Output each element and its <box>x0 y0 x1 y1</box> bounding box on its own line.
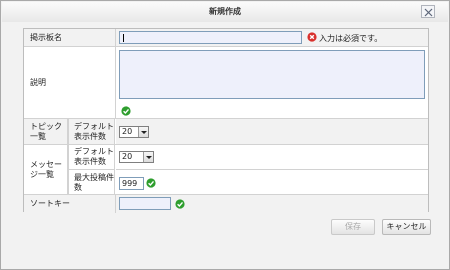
chevron-down-icon <box>138 127 148 137</box>
topic-list-label: トピック一覧 <box>24 119 68 144</box>
topic-default-count-select[interactable]: 20 <box>119 126 149 138</box>
dialog-titlebar: 新規作成 <box>2 2 448 22</box>
required-error-text: 入力は必須です。 <box>319 34 383 43</box>
message-max-posts-label: 最大投稿件数 <box>68 170 115 195</box>
description-label: 説明 <box>24 47 116 118</box>
error-x-icon <box>307 32 317 42</box>
board-name-row: 掲示板名 入力は必須です。 <box>24 29 428 47</box>
save-button[interactable]: 保存 <box>331 219 375 235</box>
message-list-label: メッセージ一覧 <box>24 145 68 194</box>
check-icon <box>146 178 156 188</box>
description-row: 説明 <box>24 47 428 119</box>
topic-default-count-label: デフォルト表示件数 <box>68 119 115 144</box>
close-button[interactable] <box>421 5 435 18</box>
chevron-down-icon <box>143 152 153 162</box>
board-form: 掲示板名 入力は必須です。 説明 トピック一覧 デフォルト表示件数 20 メッセ… <box>23 28 429 213</box>
board-name-label: 掲示板名 <box>24 29 116 46</box>
description-textarea[interactable] <box>119 50 425 99</box>
max-posts-input[interactable]: 999 <box>119 177 144 190</box>
check-icon <box>175 199 185 209</box>
check-icon <box>121 106 131 116</box>
dialog-title: 新規作成 <box>209 7 241 16</box>
message-default-count-select[interactable]: 20 <box>119 151 154 163</box>
sort-key-row: ソートキー <box>24 195 428 213</box>
new-board-dialog: 新規作成 掲示板名 入力は必須です。 説明 トピック一覧 デフォルト表示件数 2… <box>0 0 450 270</box>
message-list-row: メッセージ一覧 デフォルト表示件数 最大投稿件数 20 999 <box>24 145 428 195</box>
board-name-input[interactable] <box>119 31 302 44</box>
close-icon <box>424 8 433 16</box>
cancel-button[interactable]: キャンセル <box>382 219 431 235</box>
topic-list-row: トピック一覧 デフォルト表示件数 20 <box>24 119 428 145</box>
message-default-count-label: デフォルト表示件数 <box>68 145 115 170</box>
sort-key-input[interactable] <box>119 197 171 210</box>
sort-key-label: ソートキー <box>24 195 116 213</box>
